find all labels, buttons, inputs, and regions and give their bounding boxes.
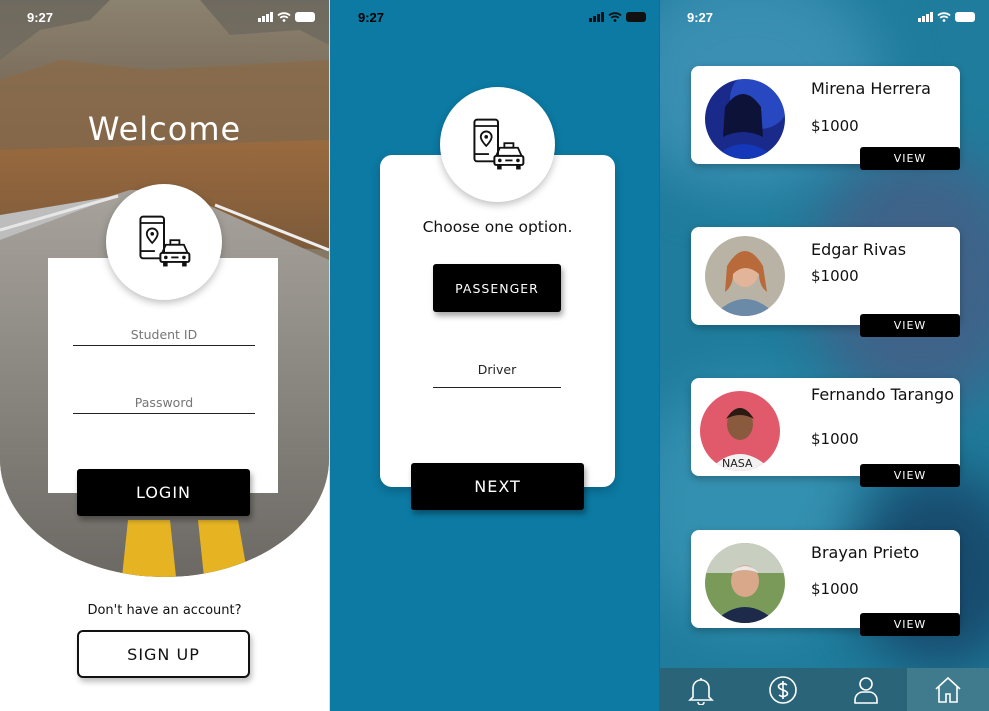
- wifi-icon: [277, 12, 291, 22]
- signup-button[interactable]: SIGN UP: [77, 630, 250, 678]
- status-time: 9:27: [27, 10, 54, 25]
- nav-home[interactable]: [906, 668, 989, 711]
- view-button[interactable]: VIEW: [860, 613, 960, 636]
- driver-card: NASA Fernando Tarango $1000 VIEW: [691, 378, 960, 487]
- login-screen: Welcome LOGIN Don't have an account? SIG…: [0, 0, 329, 711]
- phone-taxi-icon: [135, 213, 193, 271]
- status-icons: [918, 12, 975, 22]
- driver-price: $1000: [811, 117, 859, 135]
- role-card: [380, 155, 615, 487]
- avatar: [705, 236, 785, 316]
- driver-name: Fernando Tarango: [811, 385, 954, 404]
- signal-icon: [258, 12, 273, 22]
- view-button[interactable]: VIEW: [860, 314, 960, 337]
- drivers-screen: Mirena Herrera $1000 VIEW Edgar Rivas $1…: [660, 0, 989, 711]
- wifi-icon: [608, 12, 622, 22]
- bottom-nav: [660, 668, 989, 711]
- status-bar: 9:27: [660, 0, 989, 34]
- battery-icon: [626, 12, 646, 22]
- driver-card: Brayan Prieto $1000 VIEW: [691, 530, 960, 636]
- passenger-button[interactable]: PASSENGER: [433, 264, 561, 312]
- welcome-title: Welcome: [87, 110, 242, 148]
- view-button[interactable]: VIEW: [860, 464, 960, 487]
- view-button[interactable]: VIEW: [860, 147, 960, 170]
- role-screen: Choose one option. PASSENGER Driver NEXT…: [330, 0, 660, 711]
- driver-card: Mirena Herrera $1000 VIEW: [691, 66, 960, 170]
- avatar: NASA: [700, 391, 780, 471]
- student-id-field[interactable]: [73, 324, 255, 346]
- status-icons: [258, 12, 315, 22]
- status-time: 9:27: [358, 10, 385, 25]
- status-time: 9:27: [687, 10, 714, 25]
- driver-price: $1000: [811, 580, 859, 598]
- driver-name: Edgar Rivas: [811, 240, 907, 259]
- status-bar: 9:27: [0, 0, 329, 34]
- svg-text:NASA: NASA: [722, 457, 753, 470]
- phone-taxi-icon: [469, 116, 527, 174]
- driver-name: Mirena Herrera: [811, 79, 931, 98]
- driver-price: $1000: [811, 430, 859, 448]
- status-icons: [589, 12, 646, 22]
- nav-profile[interactable]: [825, 668, 907, 711]
- avatar: [705, 543, 785, 623]
- nav-notifications[interactable]: [660, 668, 742, 711]
- driver-card: Edgar Rivas $1000 VIEW: [691, 227, 960, 337]
- home-icon: [935, 676, 961, 703]
- driver-name: Brayan Prieto: [811, 543, 920, 562]
- next-button[interactable]: NEXT: [411, 463, 584, 510]
- user-icon: [853, 676, 878, 704]
- avatar: [705, 79, 785, 159]
- app-logo: [440, 87, 555, 202]
- nav-payments[interactable]: [742, 668, 824, 711]
- wifi-icon: [937, 12, 951, 22]
- signal-icon: [589, 12, 604, 22]
- signal-icon: [918, 12, 933, 22]
- driver-option[interactable]: Driver: [433, 362, 561, 388]
- no-account-text: Don't have an account?: [87, 603, 242, 618]
- choose-option-text: Choose one option.: [422, 218, 573, 236]
- driver-price: $1000: [811, 267, 859, 285]
- battery-icon: [955, 12, 975, 22]
- status-bar: 9:27: [330, 0, 660, 34]
- login-button[interactable]: LOGIN: [77, 469, 250, 516]
- battery-icon: [295, 12, 315, 22]
- bell-icon: [688, 677, 715, 705]
- password-field[interactable]: [73, 392, 255, 414]
- dollar-icon: [769, 675, 798, 704]
- app-logo: [106, 184, 222, 300]
